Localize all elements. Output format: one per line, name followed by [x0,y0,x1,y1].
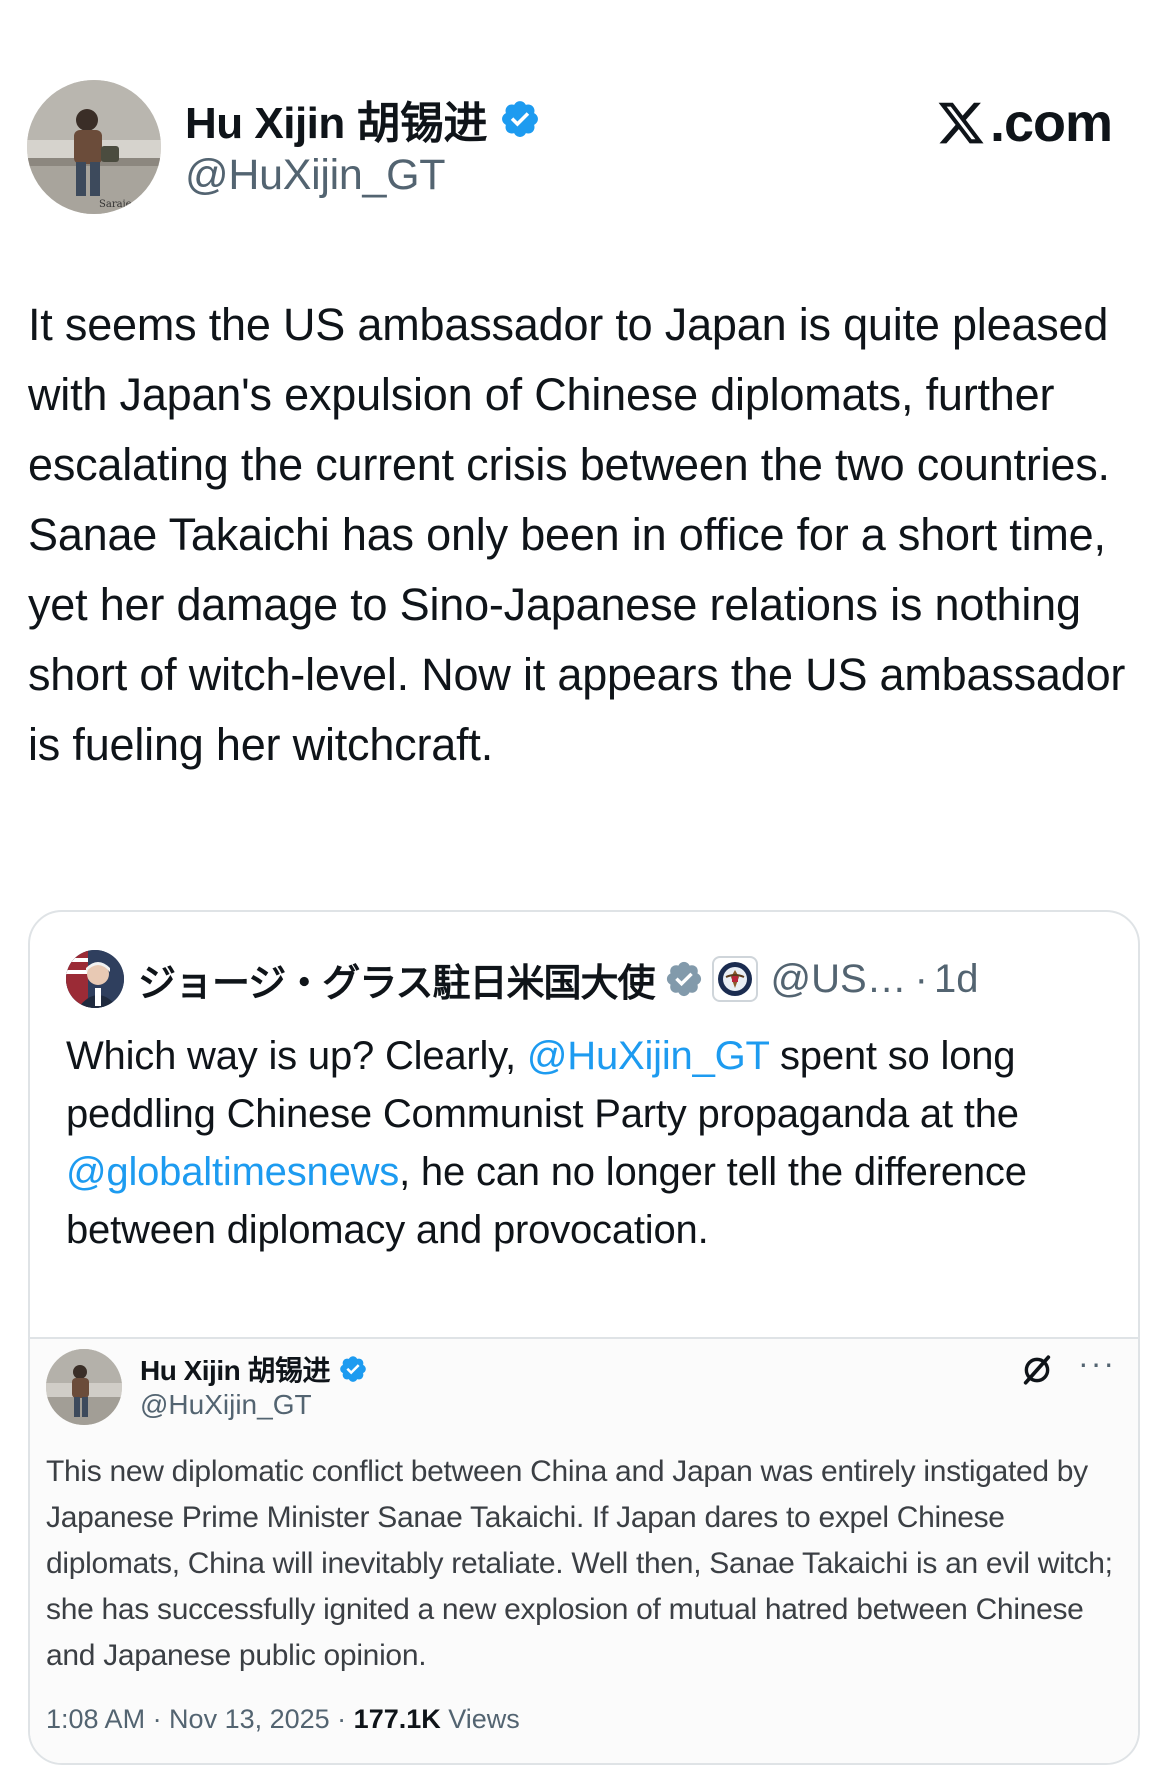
embedded-views-label: Views [440,1704,520,1734]
embedded-author-handle: @HuXijin_GT [140,1389,312,1420]
quoted-tweet-text: Which way is up? Clearly, @HuXijin_GT sp… [66,1027,1106,1259]
embedded-tweet-meta: 1:08 AM · Nov 13, 2025 · 177.1K Views [46,1704,520,1735]
separator-dot: · [914,956,928,1001]
government-verified-icon [667,961,702,997]
quoted-tweet-time[interactable]: 1d [934,957,979,1002]
tweet-header: Saraje Hu Xijin 胡锡进 @HuXijin_GT .com [0,0,1170,240]
embedded-author-name: Hu Xijin 胡锡进 [140,1355,331,1386]
grok-icon [1023,1355,1051,1385]
embedded-tweet-text: This new diplomatic conflict between Chi… [46,1455,1113,1672]
author-avatar[interactable]: Saraje [27,80,161,214]
embedded-view-count: 177.1K [353,1704,441,1734]
verified-badge-icon [340,1356,366,1382]
quoted-tweet-card[interactable]: ジョージ・グラス駐日米国大使 @US… · 1d Which way is up… [28,910,1140,1765]
author-name-row: Hu Xijin 胡锡进 [185,93,541,148]
quote-text-part: Which way is up? Clearly, [66,1034,527,1078]
x-logo-icon [938,102,984,144]
site-logo-text: .com [989,93,1113,153]
tweet-text: It seems the US ambassador to Japan is q… [28,299,1126,770]
more-options-icon: ··· [1078,1345,1116,1381]
embedded-author-avatar [46,1349,122,1425]
quoted-tweet-header: ジョージ・グラス駐日米国大使 @US… · 1d [66,948,978,1010]
avatar-photo [66,950,124,1008]
author-name[interactable]: Hu Xijin 胡锡进 [185,87,488,151]
seal-graphic [718,962,753,996]
verified-badge-icon [502,101,538,137]
author-handle[interactable]: @HuXijin_GT [185,151,541,200]
mention-link-globaltimesnews[interactable]: @globaltimesnews [66,1150,399,1194]
embedded-timestamp: 1:08 AM · Nov 13, 2025 · [46,1704,354,1734]
mention-link-huxijin[interactable]: @HuXijin_GT [527,1034,769,1078]
embedded-author-info: Hu Xijin 胡锡进 @HuXijin_GT [140,1351,368,1421]
embedded-tweet-image[interactable]: Hu Xijin 胡锡进 @HuXijin_GT ··· This new di… [30,1337,1138,1763]
quoted-author-name[interactable]: ジョージ・グラス駐日米国大使 [138,952,655,1007]
avatar-photo: Saraje [27,80,161,214]
embedded-name-row: Hu Xijin 胡锡进 [140,1351,368,1387]
state-department-seal-icon [712,956,759,1002]
tweet-screenshot: Saraje Hu Xijin 胡锡进 @HuXijin_GT .com It … [0,0,1170,1792]
author-info: Hu Xijin 胡锡进 @HuXijin_GT [185,93,541,200]
site-logo: .com [936,92,1113,154]
quoted-author-handle[interactable]: @US… [770,957,906,1002]
quoted-author-avatar[interactable] [66,950,124,1008]
svg-text:Saraje: Saraje [99,199,132,210]
avatar-photo [46,1349,122,1425]
